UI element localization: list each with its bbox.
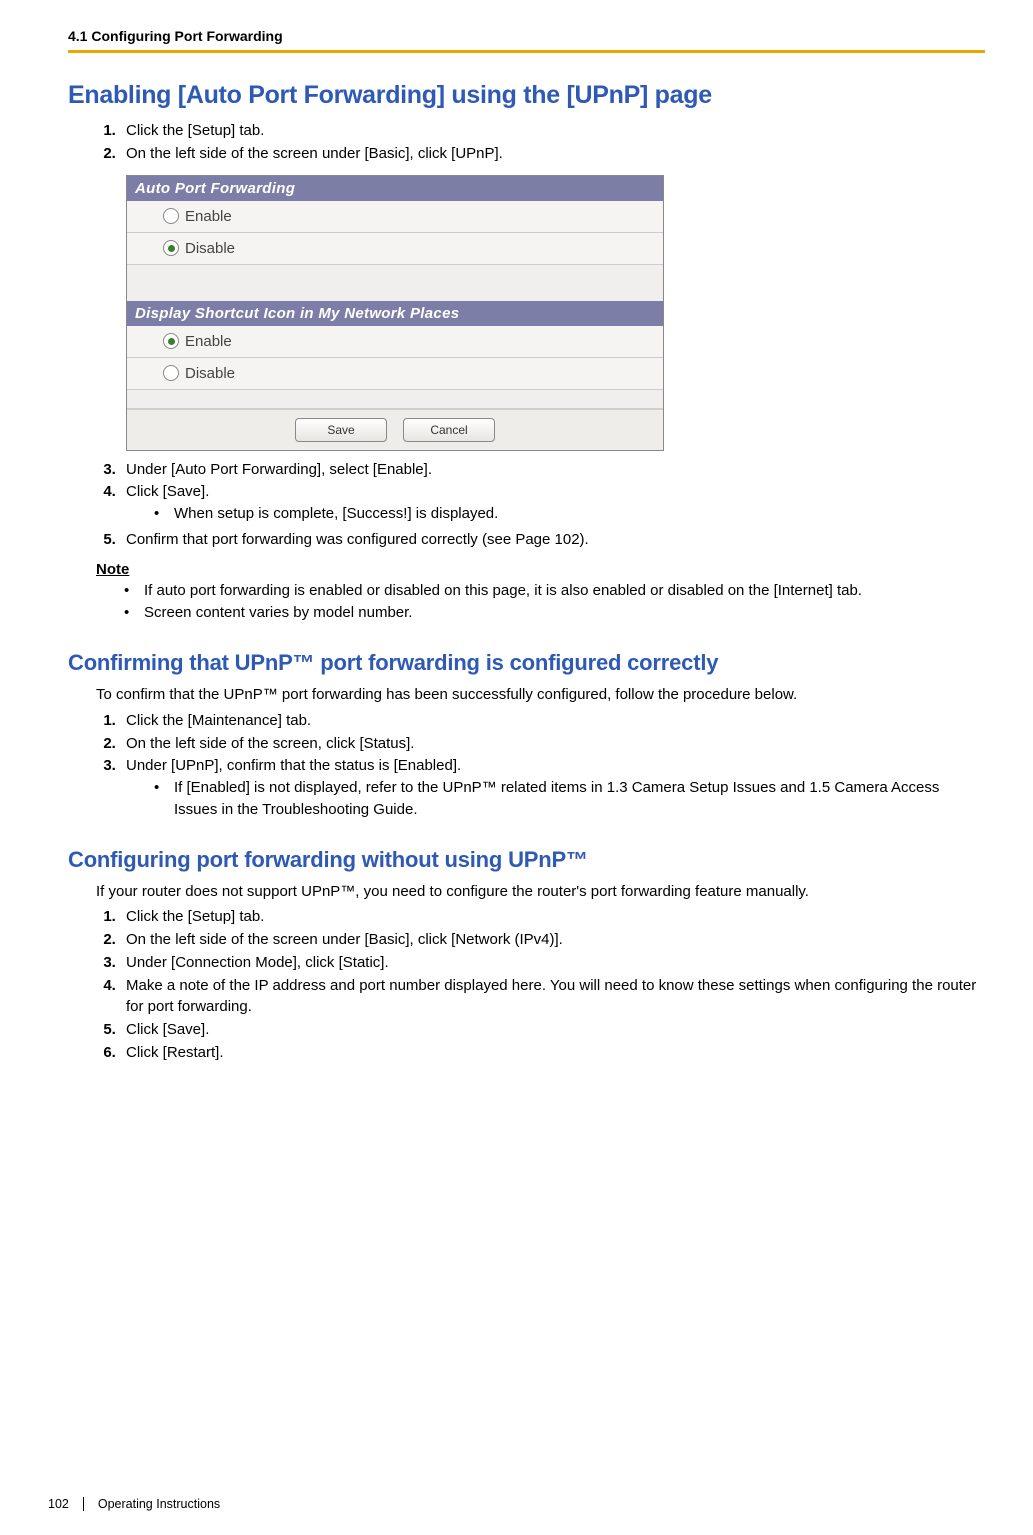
cancel-button[interactable]: Cancel (403, 418, 495, 442)
step-item: On the left side of the screen under [Ba… (120, 143, 985, 165)
radio-row-apf-enable[interactable]: Enable (127, 201, 663, 233)
step-item: Click the [Maintenance] tab. (120, 710, 985, 732)
panel-title-shortcut: Display Shortcut Icon in My Network Plac… (127, 301, 663, 326)
radio-row-shortcut-enable[interactable]: Enable (127, 326, 663, 358)
panel-gap (127, 265, 663, 301)
section-header: 4.1 Configuring Port Forwarding (68, 28, 985, 44)
radio-label: Disable (185, 365, 235, 382)
upnp-screenshot: Auto Port Forwarding Enable Disable Disp… (126, 175, 664, 451)
radio-label: Enable (185, 333, 232, 350)
heading-enabling-apf: Enabling [Auto Port Forwarding] using th… (68, 81, 985, 110)
heading-confirm-upnp: Confirming that UPnP™ port forwarding is… (68, 650, 985, 676)
confirm-intro: To confirm that the UPnP™ port forwardin… (96, 684, 985, 706)
radio-icon (163, 208, 179, 224)
step-item: Under [Auto Port Forwarding], select [En… (120, 459, 985, 481)
step-item: On the left side of the screen under [Ba… (120, 929, 985, 951)
sub-bullet: When setup is complete, [Success!] is di… (154, 503, 985, 525)
step-item: Click the [Setup] tab. (120, 906, 985, 928)
save-button[interactable]: Save (295, 418, 387, 442)
step-item: Confirm that port forwarding was configu… (120, 529, 985, 551)
radio-row-shortcut-disable[interactable]: Disable (127, 358, 663, 390)
radio-label: Enable (185, 208, 232, 225)
step-item: Under [UPnP], confirm that the status is… (120, 755, 985, 820)
screenshot-footer: Save Cancel (127, 408, 663, 450)
note-item: Screen content varies by model number. (124, 602, 985, 624)
note-label: Note (96, 561, 985, 578)
step-item: Make a note of the IP address and port n… (120, 975, 985, 1019)
panel-title-apf: Auto Port Forwarding (127, 176, 663, 201)
step-item: Under [Connection Mode], click [Static]. (120, 952, 985, 974)
note-item: If auto port forwarding is enabled or di… (124, 580, 985, 602)
manual-intro: If your router does not support UPnP™, y… (96, 881, 985, 903)
radio-label: Disable (185, 240, 235, 257)
step-item: Click [Save]. (120, 1019, 985, 1041)
doc-title: Operating Instructions (98, 1497, 220, 1511)
radio-icon (163, 240, 179, 256)
step-item: Click [Save]. When setup is complete, [S… (120, 481, 985, 525)
radio-icon (163, 333, 179, 349)
step-text: Click [Save]. (126, 483, 209, 500)
page-number: 102 (48, 1497, 69, 1511)
sub-bullet: If [Enabled] is not displayed, refer to … (154, 777, 985, 821)
step-item: Click [Restart]. (120, 1042, 985, 1064)
panel-gap (127, 390, 663, 408)
heading-manual-pf: Configuring port forwarding without usin… (68, 847, 985, 873)
page-footer: 102 Operating Instructions (48, 1497, 220, 1511)
header-rule (68, 50, 985, 53)
footer-divider (83, 1497, 84, 1511)
radio-row-apf-disable[interactable]: Disable (127, 233, 663, 265)
step-item: Click the [Setup] tab. (120, 120, 985, 142)
step-item: On the left side of the screen, click [S… (120, 733, 985, 755)
radio-icon (163, 365, 179, 381)
step-text: Under [UPnP], confirm that the status is… (126, 757, 461, 774)
